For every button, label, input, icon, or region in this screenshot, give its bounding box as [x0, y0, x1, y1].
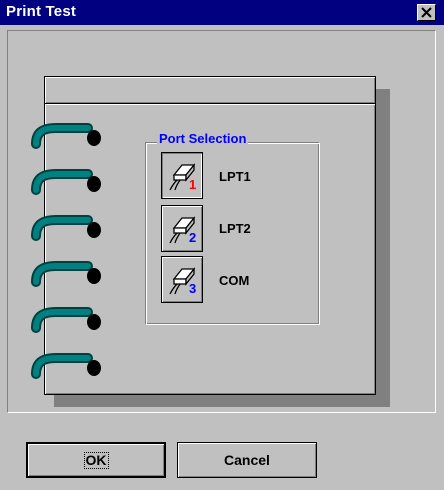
port-number: 3	[189, 281, 197, 296]
port-lpt2-label: LPT2	[219, 221, 251, 236]
port-number: 1	[189, 177, 197, 192]
notebook-ring-icon	[31, 307, 101, 333]
close-button[interactable]	[417, 4, 436, 21]
port-number: 2	[189, 230, 197, 245]
ok-button[interactable]: OK	[26, 442, 166, 478]
ok-button-label: OK	[83, 451, 109, 469]
cancel-button[interactable]: Cancel	[177, 442, 317, 478]
port-lpt2-button[interactable]: 2	[161, 205, 203, 252]
notebook-ring-icon	[31, 169, 101, 195]
print-test-dialog: Print Test Port Selection 1 LPT1 2 LPT2 …	[0, 0, 444, 490]
port-com-label: COM	[219, 273, 250, 288]
cancel-button-label: Cancel	[224, 452, 270, 468]
window-title: Print Test	[6, 3, 77, 20]
notebook-ring-icon	[31, 353, 101, 379]
port-selection-label: Port Selection	[157, 131, 249, 146]
port-lpt1-button[interactable]: 1	[161, 152, 203, 199]
title-bar[interactable]: Print Test	[0, 0, 444, 25]
notebook-header	[44, 76, 376, 104]
port-com-button[interactable]: 3	[161, 256, 203, 303]
notebook-ring-icon	[31, 123, 101, 149]
notebook-rings	[31, 123, 101, 379]
notebook-ring-icon	[31, 261, 101, 287]
close-icon	[421, 7, 432, 18]
port-lpt1-label: LPT1	[219, 169, 251, 184]
notebook-ring-icon	[31, 215, 101, 241]
